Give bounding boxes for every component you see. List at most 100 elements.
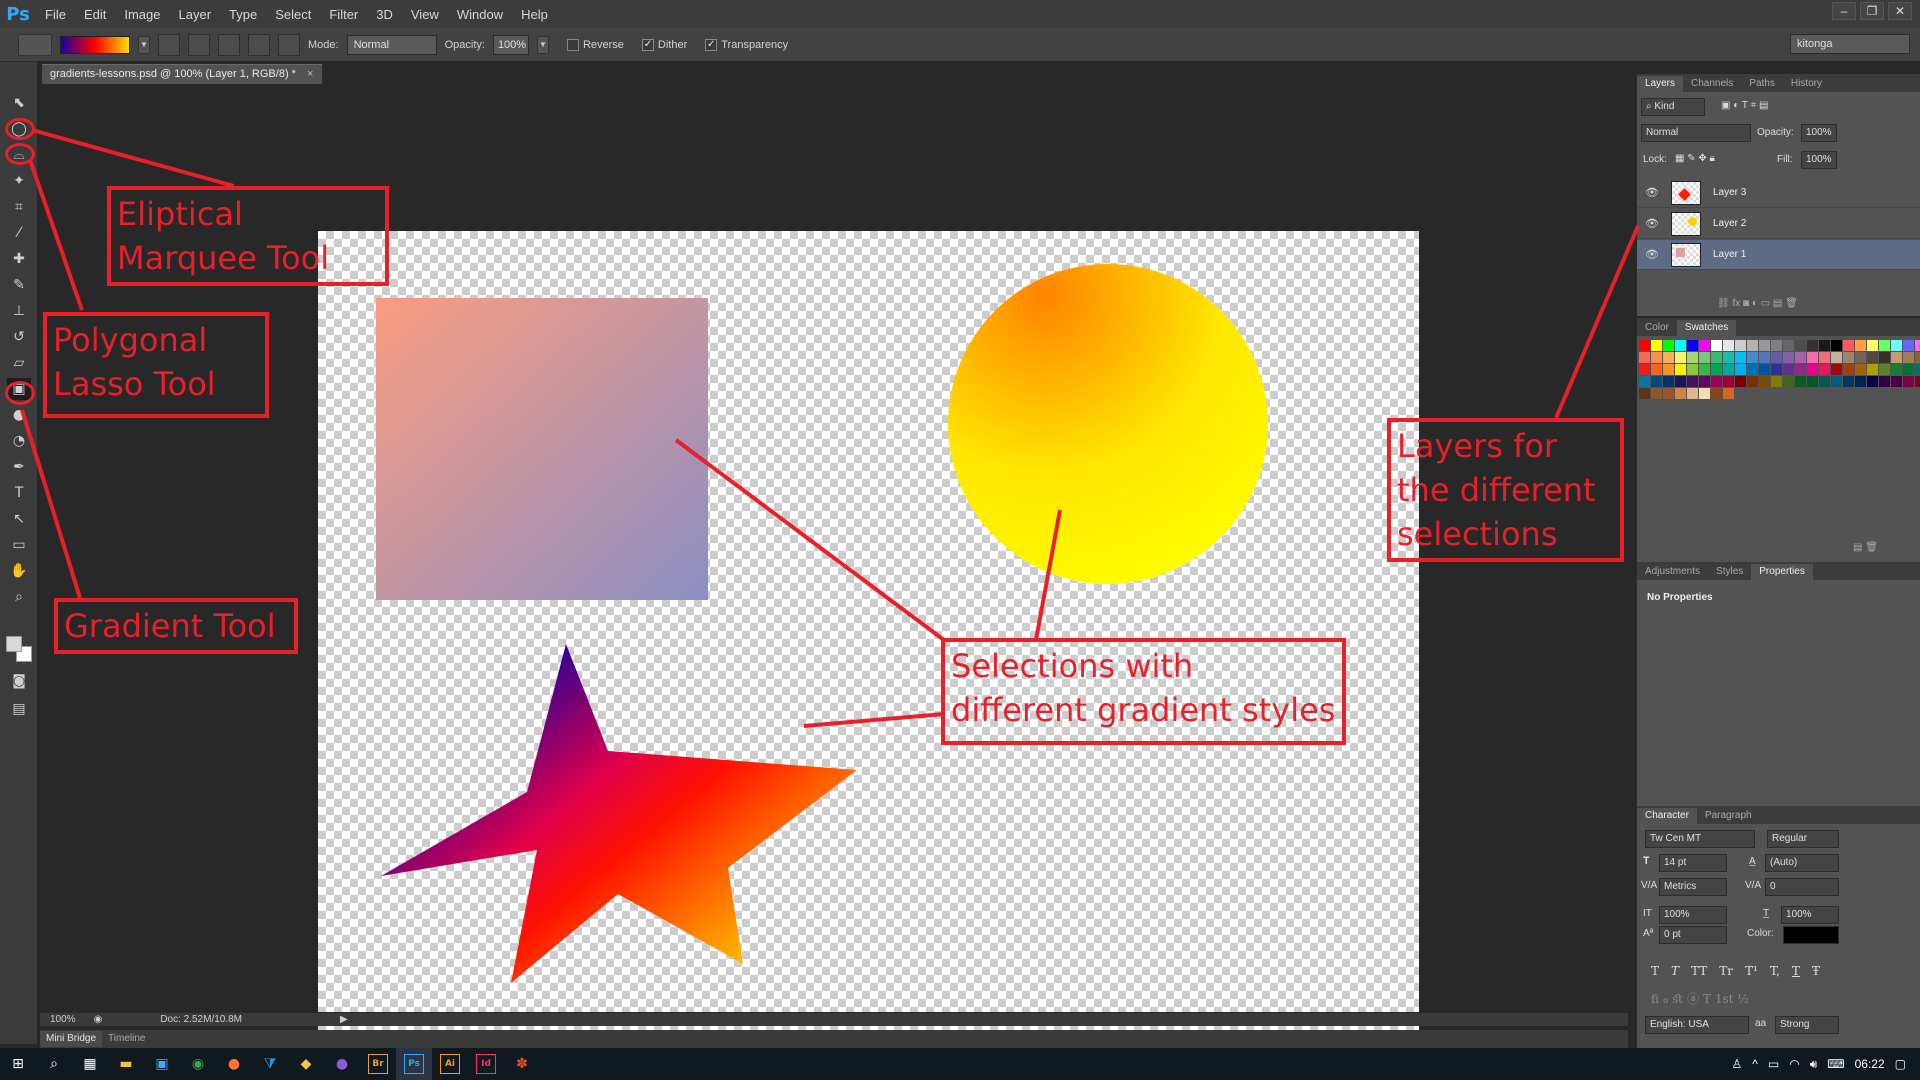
color-swatch[interactable] (1867, 352, 1878, 363)
color-swatch[interactable] (1879, 352, 1890, 363)
rectangle-tool-icon[interactable]: ▭ (7, 534, 31, 556)
tab-swatches[interactable]: Swatches (1676, 320, 1737, 336)
file-explorer-icon[interactable]: ▬ (108, 1048, 144, 1080)
blend-mode-select[interactable]: Normal (1641, 124, 1751, 142)
volume-icon[interactable]: 🔊︎ (1810, 1057, 1818, 1072)
faux-bold-button[interactable]: T (1651, 964, 1659, 978)
color-swatch[interactable] (1687, 352, 1698, 363)
all-caps-button[interactable]: TT (1691, 964, 1707, 978)
magic-wand-tool-icon[interactable]: ✦ (7, 170, 31, 192)
color-swatch[interactable] (1699, 376, 1710, 387)
color-swatch[interactable] (1651, 340, 1662, 351)
menu-select[interactable]: Select (266, 7, 320, 22)
figma-icon[interactable]: ✽ (504, 1048, 540, 1080)
color-swatch[interactable] (1747, 376, 1758, 387)
color-swatch[interactable] (1843, 352, 1854, 363)
color-swatch[interactable] (1855, 352, 1866, 363)
color-swatch[interactable] (1759, 376, 1770, 387)
healing-brush-tool-icon[interactable]: ✚ (7, 248, 31, 270)
color-swatch[interactable] (1807, 352, 1818, 363)
tool-preset-picker[interactable] (18, 33, 52, 56)
opacity-slider-arrow-icon[interactable]: ▼ (536, 35, 549, 54)
battery-icon[interactable]: ▭ (1768, 1057, 1779, 1071)
color-swatch[interactable] (1807, 376, 1818, 387)
horizontal-scale-input[interactable]: 100% (1781, 906, 1839, 924)
anti-alias-select[interactable]: Strong (1775, 1016, 1839, 1034)
menu-edit[interactable]: Edit (75, 7, 115, 22)
underline-button[interactable]: T (1792, 964, 1800, 978)
color-swatch[interactable] (1735, 364, 1746, 375)
eraser-tool-icon[interactable]: ▱ (7, 352, 31, 374)
bridge-app-icon[interactable]: Br (360, 1048, 396, 1080)
color-swatch[interactable] (1843, 364, 1854, 375)
visibility-eye-icon[interactable]: 👁︎ (1645, 217, 1661, 230)
color-swatch[interactable] (1903, 364, 1914, 375)
swatch-footer-icons[interactable]: ▤ 🗑︎ (1853, 542, 1878, 553)
color-swatch[interactable] (1723, 388, 1734, 399)
color-swatch[interactable] (1807, 340, 1818, 351)
color-swatch[interactable] (1711, 376, 1722, 387)
color-swatch[interactable] (1747, 340, 1758, 351)
color-swatch[interactable] (1639, 388, 1650, 399)
color-swatch[interactable] (1723, 352, 1734, 363)
color-swatch[interactable] (1675, 352, 1686, 363)
diamond-gradient-button[interactable] (278, 33, 300, 56)
color-swatch[interactable] (1771, 340, 1782, 351)
color-swatch[interactable] (1843, 340, 1854, 351)
color-swatch[interactable] (1759, 352, 1770, 363)
color-swatch[interactable] (1867, 376, 1878, 387)
color-swatch[interactable] (1867, 340, 1878, 351)
color-swatch[interactable] (1771, 376, 1782, 387)
path-selection-tool-icon[interactable]: ↖ (7, 508, 31, 530)
reflected-gradient-button[interactable] (248, 33, 270, 56)
color-swatch[interactable] (1735, 376, 1746, 387)
document-close-icon[interactable]: × (307, 68, 313, 80)
color-swatch[interactable] (1639, 352, 1650, 363)
mode-select[interactable]: Normal (346, 34, 437, 55)
doc-size[interactable]: Doc: 2.52M/10.8M (160, 1014, 242, 1025)
chrome-icon[interactable]: ◉ (180, 1048, 216, 1080)
color-swatch[interactable] (1795, 376, 1806, 387)
color-swatch[interactable] (1891, 364, 1902, 375)
transparency-checkbox[interactable]: ✓ (705, 38, 718, 51)
search-icon[interactable]: ⌕ (36, 1048, 72, 1080)
baseline-shift-input[interactable]: 0 pt (1659, 926, 1727, 944)
color-swatch[interactable] (1831, 364, 1842, 375)
color-swatch[interactable] (1795, 352, 1806, 363)
brush-tool-icon[interactable]: ✎ (7, 274, 31, 296)
color-swatch[interactable] (1747, 364, 1758, 375)
color-swatch[interactable] (1831, 352, 1842, 363)
keyboard-icon[interactable]: ⌨ (1827, 1057, 1844, 1071)
color-swatch[interactable] (1663, 388, 1674, 399)
kerning-input[interactable]: Metrics (1659, 878, 1727, 896)
tab-mini-bridge[interactable]: Mini Bridge (40, 1031, 103, 1047)
color-swatch[interactable] (1819, 340, 1830, 351)
pen-tool-icon[interactable]: ✒ (7, 456, 31, 478)
color-swatch[interactable] (1663, 340, 1674, 351)
angle-gradient-button[interactable] (218, 33, 240, 56)
color-swatch[interactable] (1771, 364, 1782, 375)
color-swatch[interactable] (1879, 364, 1890, 375)
color-swatch[interactable] (1795, 340, 1806, 351)
color-swatch[interactable] (1855, 364, 1866, 375)
color-swatch[interactable] (1891, 352, 1902, 363)
lock-icons[interactable]: ▦ ✎ ✥ 🔒︎ (1675, 153, 1715, 164)
tab-timeline[interactable]: Timeline (102, 1031, 151, 1047)
color-swatch[interactable] (1903, 352, 1914, 363)
color-swatch[interactable] (1651, 376, 1662, 387)
color-swatch[interactable] (1735, 340, 1746, 351)
wifi-icon[interactable]: ◠ (1789, 1057, 1799, 1071)
color-swatch[interactable] (1759, 340, 1770, 351)
color-swatch[interactable] (1723, 364, 1734, 375)
document-tab[interactable]: gradients-lessons.psd @ 100% (Layer 1, R… (42, 64, 322, 84)
menu-type[interactable]: Type (220, 7, 266, 22)
tab-layers[interactable]: Layers (1637, 76, 1684, 92)
document-canvas[interactable] (318, 231, 1419, 1030)
foreground-color-swatch[interactable] (6, 636, 22, 652)
menu-image[interactable]: Image (115, 7, 169, 22)
clone-stamp-tool-icon[interactable]: ⊥ (7, 300, 31, 322)
leading-input[interactable]: (Auto) (1765, 854, 1839, 872)
task-view-icon[interactable]: ▦ (72, 1048, 108, 1080)
color-swatch[interactable] (1651, 352, 1662, 363)
tab-properties[interactable]: Properties (1751, 564, 1813, 580)
